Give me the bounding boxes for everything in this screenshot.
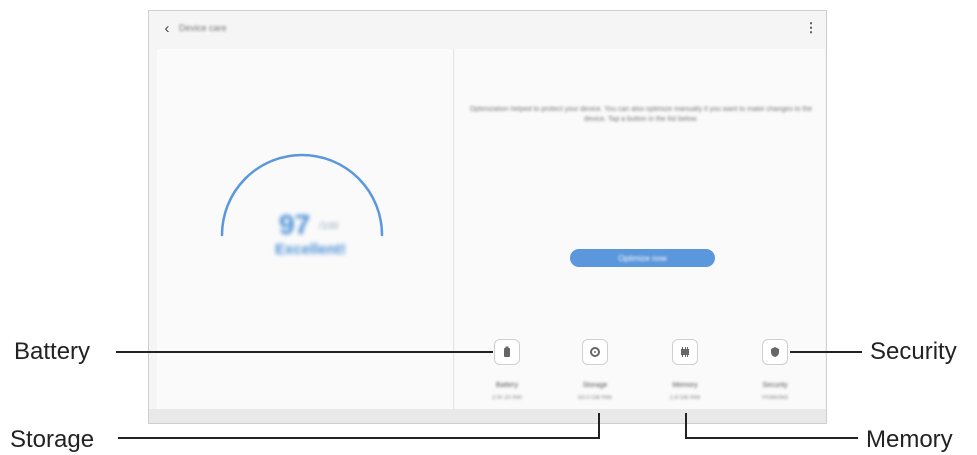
- score-panel: 97 /100 Excellent!: [157, 49, 453, 409]
- shield-icon: [762, 339, 788, 365]
- memory-value: 1.8 GB free: [669, 395, 701, 401]
- status-text: Excellent!: [275, 241, 346, 258]
- more-options-icon: ⋮: [804, 20, 818, 35]
- memory-item[interactable]: Memory 1.8 GB free: [645, 339, 725, 401]
- device-score: 97: [279, 209, 311, 240]
- callout-line-storage-h: [118, 437, 600, 439]
- back-button[interactable]: ‹: [157, 18, 177, 38]
- top-app-bar: ‹ Device care ⋮: [149, 11, 826, 45]
- more-options-button[interactable]: ⋮: [804, 19, 818, 37]
- callout-battery: Battery: [14, 338, 91, 365]
- optimize-now-label: Optimize now: [618, 253, 667, 263]
- storage-value: 50.0 GB free: [577, 395, 613, 401]
- navigation-bar: [149, 409, 826, 423]
- optimize-now-button[interactable]: Optimize now: [570, 249, 715, 267]
- callout-line-memory-v: [685, 413, 687, 439]
- storage-label: Storage: [582, 382, 608, 389]
- battery-icon: [494, 339, 520, 365]
- memory-icon: [672, 339, 698, 365]
- optimize-description: Optimization helped to protect your devi…: [469, 106, 813, 123]
- storage-icon: [582, 339, 608, 365]
- battery-item[interactable]: Battery 3 hr 20 min: [467, 339, 547, 401]
- storage-item[interactable]: Storage 50.0 GB free: [555, 339, 635, 401]
- optimize-panel: Optimization helped to protect your devi…: [455, 49, 825, 409]
- callout-security: Security: [870, 338, 957, 365]
- battery-label: Battery: [495, 382, 519, 389]
- callout-line-memory-h: [685, 437, 858, 439]
- battery-value: 3 hr 20 min: [491, 395, 522, 401]
- page-title: Device care: [179, 23, 227, 33]
- panel-divider: [453, 49, 454, 409]
- callout-memory: Memory: [866, 426, 953, 453]
- callout-line-storage-v: [598, 413, 600, 439]
- security-value: Protected: [762, 395, 788, 401]
- callout-line-security: [790, 351, 862, 353]
- memory-label: Memory: [672, 382, 698, 389]
- arrow-back-icon: ‹: [164, 19, 170, 37]
- device-care-screen: ‹ Device care ⋮ 97 /100 Excellent! Optim…: [148, 10, 827, 424]
- callout-line-battery: [116, 351, 493, 353]
- security-item[interactable]: Security Protected: [735, 339, 815, 401]
- callout-storage: Storage: [10, 426, 95, 453]
- score-unit: /100: [319, 221, 339, 232]
- security-label: Security: [762, 382, 788, 389]
